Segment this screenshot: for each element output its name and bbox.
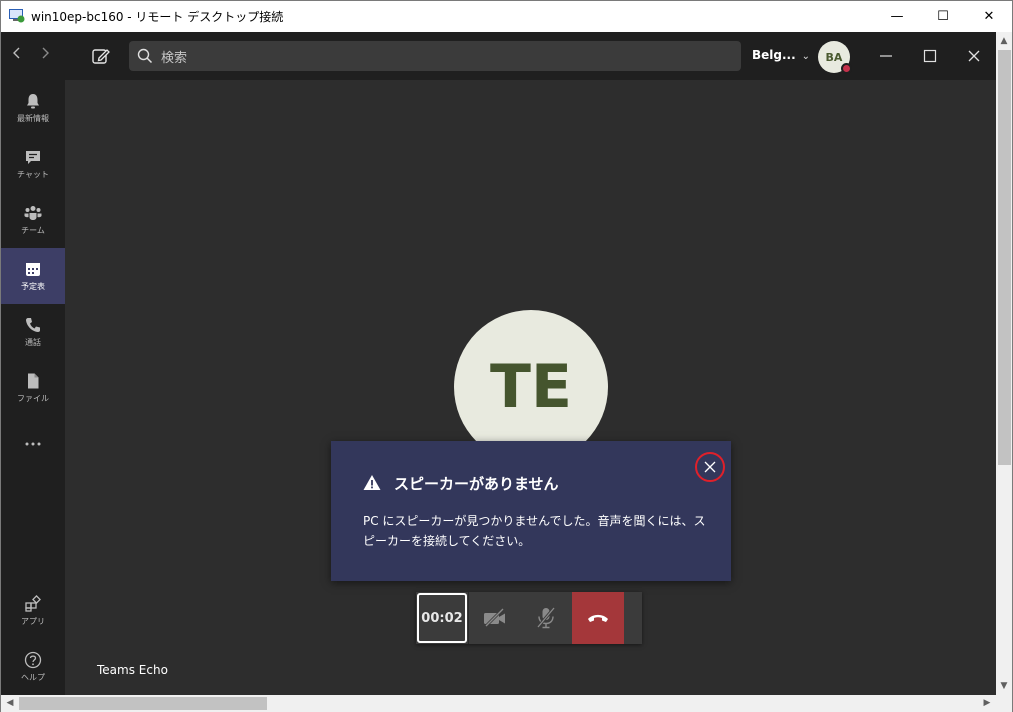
warning-icon <box>363 475 381 490</box>
search-icon <box>137 48 153 64</box>
close-icon: ✕ <box>983 9 995 24</box>
scroll-up-arrow-icon[interactable]: ▲ <box>996 33 1012 49</box>
callee-initials: TE <box>490 352 572 422</box>
rail-item-more[interactable] <box>1 416 65 472</box>
no-speaker-notification: スピーカーがありません PC にスピーカーが見つかりませんでした。音声を聞くには… <box>331 441 731 581</box>
rail-item-label: ヘルプ <box>21 673 45 682</box>
teams-icon <box>24 206 42 220</box>
notification-message: PC にスピーカーが見つかりませんでした。音声を聞くには、スピーカーを接続してく… <box>363 514 706 548</box>
window-titlebar: win10ep-bc160 - リモート デスクトップ接続 — ☐ ✕ <box>1 1 1012 32</box>
rail-item-label: チャット <box>17 170 49 179</box>
call-duration: 00:02 <box>417 593 467 643</box>
horizontal-scrollbar[interactable]: ◀ ▶ <box>1 695 996 712</box>
rail-item-calendar[interactable]: 予定表 <box>1 248 65 304</box>
close-icon <box>704 461 716 473</box>
user-avatar[interactable]: BA <box>818 41 852 74</box>
help-icon <box>24 651 42 669</box>
rail-item-label: 予定表 <box>21 282 45 291</box>
rail-item-chat[interactable]: チャット <box>1 136 65 192</box>
phone-icon <box>26 318 40 332</box>
scroll-left-arrow-icon[interactable]: ◀ <box>2 695 18 712</box>
new-chat-compose-icon[interactable] <box>91 46 111 66</box>
rail-item-apps[interactable]: アプリ <box>1 583 65 639</box>
presence-busy-badge <box>841 63 852 74</box>
scrollbar-corner <box>996 695 1012 712</box>
teams-maximize-button[interactable] <box>918 44 942 68</box>
apps-icon <box>25 595 41 612</box>
teams-minimize-button[interactable] <box>874 44 898 68</box>
rail-item-label: 通話 <box>25 338 41 347</box>
rail-item-label: ファイル <box>17 394 49 403</box>
user-initials: BA <box>825 50 843 64</box>
mic-off-button[interactable] <box>520 592 572 644</box>
rail-item-label: アプリ <box>21 617 45 626</box>
call-stage: TE スピーカーがありません PC にスピーカーが見つかりませんでした。音声を聞… <box>65 80 996 695</box>
vertical-scrollbar[interactable]: ▲ ▼ <box>996 32 1012 695</box>
file-icon <box>28 373 39 389</box>
chevron-left-icon <box>13 47 20 59</box>
window-maximize-button[interactable]: ☐ <box>920 1 966 32</box>
more-icon <box>25 442 41 446</box>
app-rail: 最新情報 チャット チーム 予定表 通話 ファイル アプリ ヘルプ <box>1 80 65 695</box>
rail-item-label: 最新情報 <box>17 114 49 123</box>
rail-item-files[interactable]: ファイル <box>1 360 65 416</box>
rail-item-help[interactable]: ヘルプ <box>1 639 65 695</box>
maximize-icon <box>923 49 937 63</box>
minimize-icon <box>880 55 892 57</box>
chat-icon <box>26 151 40 164</box>
callee-name: Teams Echo <box>97 663 168 677</box>
hang-up-button[interactable] <box>572 592 624 644</box>
forward-button[interactable] <box>37 46 53 66</box>
call-timer: 00:02 <box>416 592 468 644</box>
mic-off-icon <box>536 607 556 629</box>
bell-icon <box>27 94 39 109</box>
rail-item-activity[interactable]: 最新情報 <box>1 80 65 136</box>
org-switcher[interactable]: Belg... ⌄ <box>752 48 810 62</box>
rail-item-teams[interactable]: チーム <box>1 192 65 248</box>
org-name: Belg... <box>752 48 796 62</box>
window-close-button[interactable]: ✕ <box>966 1 1012 32</box>
call-controls: 00:02 <box>416 592 642 644</box>
notification-close-button[interactable] <box>695 452 725 482</box>
close-icon <box>968 50 980 62</box>
vertical-scroll-thumb[interactable] <box>998 50 1011 465</box>
camera-off-button[interactable] <box>468 592 520 644</box>
maximize-icon: ☐ <box>937 9 949 24</box>
chevron-right-icon <box>42 47 49 59</box>
chevron-down-icon: ⌄ <box>801 51 811 62</box>
rail-item-label: チーム <box>21 226 45 235</box>
calendar-icon <box>26 263 40 276</box>
remote-desktop-icon <box>9 9 25 23</box>
search-placeholder: 検索 <box>161 51 188 66</box>
remote-desktop-window: win10ep-bc160 - リモート デスクトップ接続 — ☐ ✕ 検索 B… <box>0 0 1013 712</box>
scroll-right-arrow-icon[interactable]: ▶ <box>979 695 995 712</box>
notification-title: スピーカーがありません <box>394 475 559 493</box>
minimize-icon: — <box>890 9 904 24</box>
hang-up-icon <box>588 614 608 622</box>
camera-off-icon <box>483 608 505 628</box>
scroll-down-arrow-icon[interactable]: ▼ <box>996 678 1012 694</box>
rail-item-calls[interactable]: 通話 <box>1 304 65 360</box>
teams-app: 検索 Belg... ⌄ BA 最新情報 チャット チーム 予定表 通話 ファイ… <box>1 32 996 695</box>
window-title: win10ep-bc160 - リモート デスクトップ接続 <box>31 10 284 24</box>
window-minimize-button[interactable]: — <box>874 1 920 32</box>
teams-close-button[interactable] <box>962 44 986 68</box>
search-box[interactable]: 検索 <box>129 41 741 71</box>
horizontal-scroll-thumb[interactable] <box>19 697 267 710</box>
back-button[interactable] <box>9 46 25 66</box>
teams-top-bar: 検索 Belg... ⌄ BA <box>1 32 996 80</box>
